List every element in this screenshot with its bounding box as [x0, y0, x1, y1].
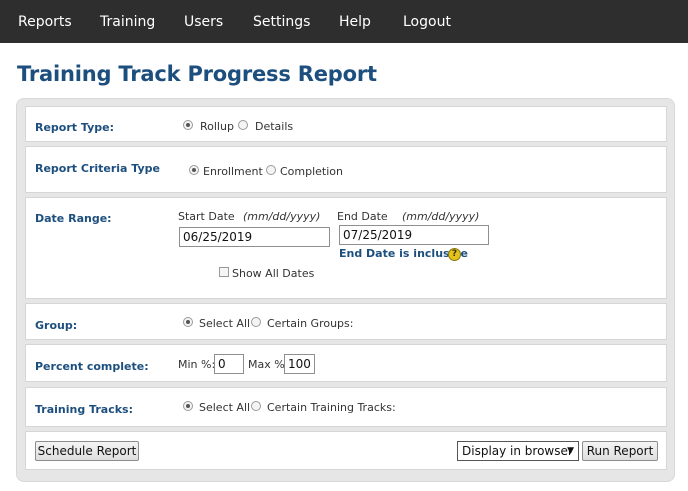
- percent-complete-section: Percent complete: Min %: Max %:: [25, 344, 667, 382]
- nav-settings[interactable]: Settings: [253, 0, 310, 43]
- report-type-rollup-label[interactable]: Rollup: [200, 120, 234, 133]
- training-tracks-section: Training Tracks: Select All Certain Trai…: [25, 387, 667, 427]
- output-format-select[interactable]: Display in browser ▼: [457, 441, 579, 461]
- criteria-enrollment-radio[interactable]: [189, 165, 199, 175]
- max-percent-input[interactable]: [284, 354, 315, 374]
- end-date-label: End Date: [337, 210, 388, 223]
- criteria-enrollment-label[interactable]: Enrollment: [203, 165, 263, 178]
- end-date-input[interactable]: [339, 225, 489, 245]
- group-certain-groups-label[interactable]: Certain Groups:: [267, 317, 353, 330]
- tracks-certain-label[interactable]: Certain Training Tracks:: [267, 401, 396, 414]
- start-date-input[interactable]: [179, 227, 330, 247]
- report-type-rollup-radio[interactable]: [183, 120, 193, 130]
- report-criteria-label: Report Criteria Type: [35, 162, 161, 175]
- max-percent-label: Max %:: [248, 358, 289, 371]
- date-range-label: Date Range:: [35, 212, 112, 225]
- tracks-certain-radio[interactable]: [251, 401, 261, 411]
- top-navigation-bar: Reports Training Users Settings Help Log…: [0, 0, 688, 43]
- output-format-value: Display in browser: [462, 444, 573, 458]
- training-tracks-label: Training Tracks:: [35, 403, 133, 416]
- group-label: Group:: [35, 319, 78, 332]
- tracks-select-all-label[interactable]: Select All: [199, 401, 250, 414]
- report-type-details-label[interactable]: Details: [255, 120, 293, 133]
- report-type-label: Report Type:: [35, 121, 114, 134]
- criteria-completion-label[interactable]: Completion: [280, 165, 343, 178]
- end-date-format-hint: (mm/dd/yyyy): [402, 210, 480, 223]
- criteria-completion-radio[interactable]: [266, 165, 276, 175]
- report-type-section: Report Type: Rollup Details: [25, 106, 667, 142]
- dropdown-arrow-icon: ▼: [567, 446, 574, 456]
- page-title: Training Track Progress Report: [17, 62, 377, 86]
- nav-users[interactable]: Users: [184, 0, 223, 43]
- group-certain-groups-radio[interactable]: [251, 317, 261, 327]
- help-icon[interactable]: ?: [448, 248, 461, 261]
- report-type-details-radio[interactable]: [238, 120, 248, 130]
- tracks-select-all-radio[interactable]: [183, 401, 193, 411]
- group-select-all-radio[interactable]: [183, 317, 193, 327]
- group-section: Group: Select All Certain Groups:: [25, 303, 667, 340]
- group-select-all-label[interactable]: Select All: [199, 317, 250, 330]
- nav-training[interactable]: Training: [100, 0, 155, 43]
- start-date-format-hint: (mm/dd/yyyy): [243, 210, 321, 223]
- report-criteria-section: Report Criteria Type Enrollment Completi…: [25, 146, 667, 193]
- start-date-label: Start Date: [178, 210, 235, 223]
- nav-reports[interactable]: Reports: [18, 0, 72, 43]
- schedule-report-button[interactable]: Schedule Report: [35, 441, 139, 461]
- show-all-dates-checkbox[interactable]: [219, 267, 229, 277]
- run-report-button[interactable]: Run Report: [582, 441, 658, 461]
- actions-section: Schedule Report Display in browser ▼ Run…: [25, 431, 667, 470]
- min-percent-label: Min %:: [178, 358, 216, 371]
- percent-complete-label: Percent complete:: [35, 360, 149, 373]
- nav-logout[interactable]: Logout: [403, 0, 451, 43]
- show-all-dates-label[interactable]: Show All Dates: [232, 267, 314, 280]
- min-percent-input[interactable]: [214, 354, 244, 374]
- date-range-section: Date Range: Start Date (mm/dd/yyyy) End …: [25, 197, 667, 299]
- nav-help[interactable]: Help: [339, 0, 371, 43]
